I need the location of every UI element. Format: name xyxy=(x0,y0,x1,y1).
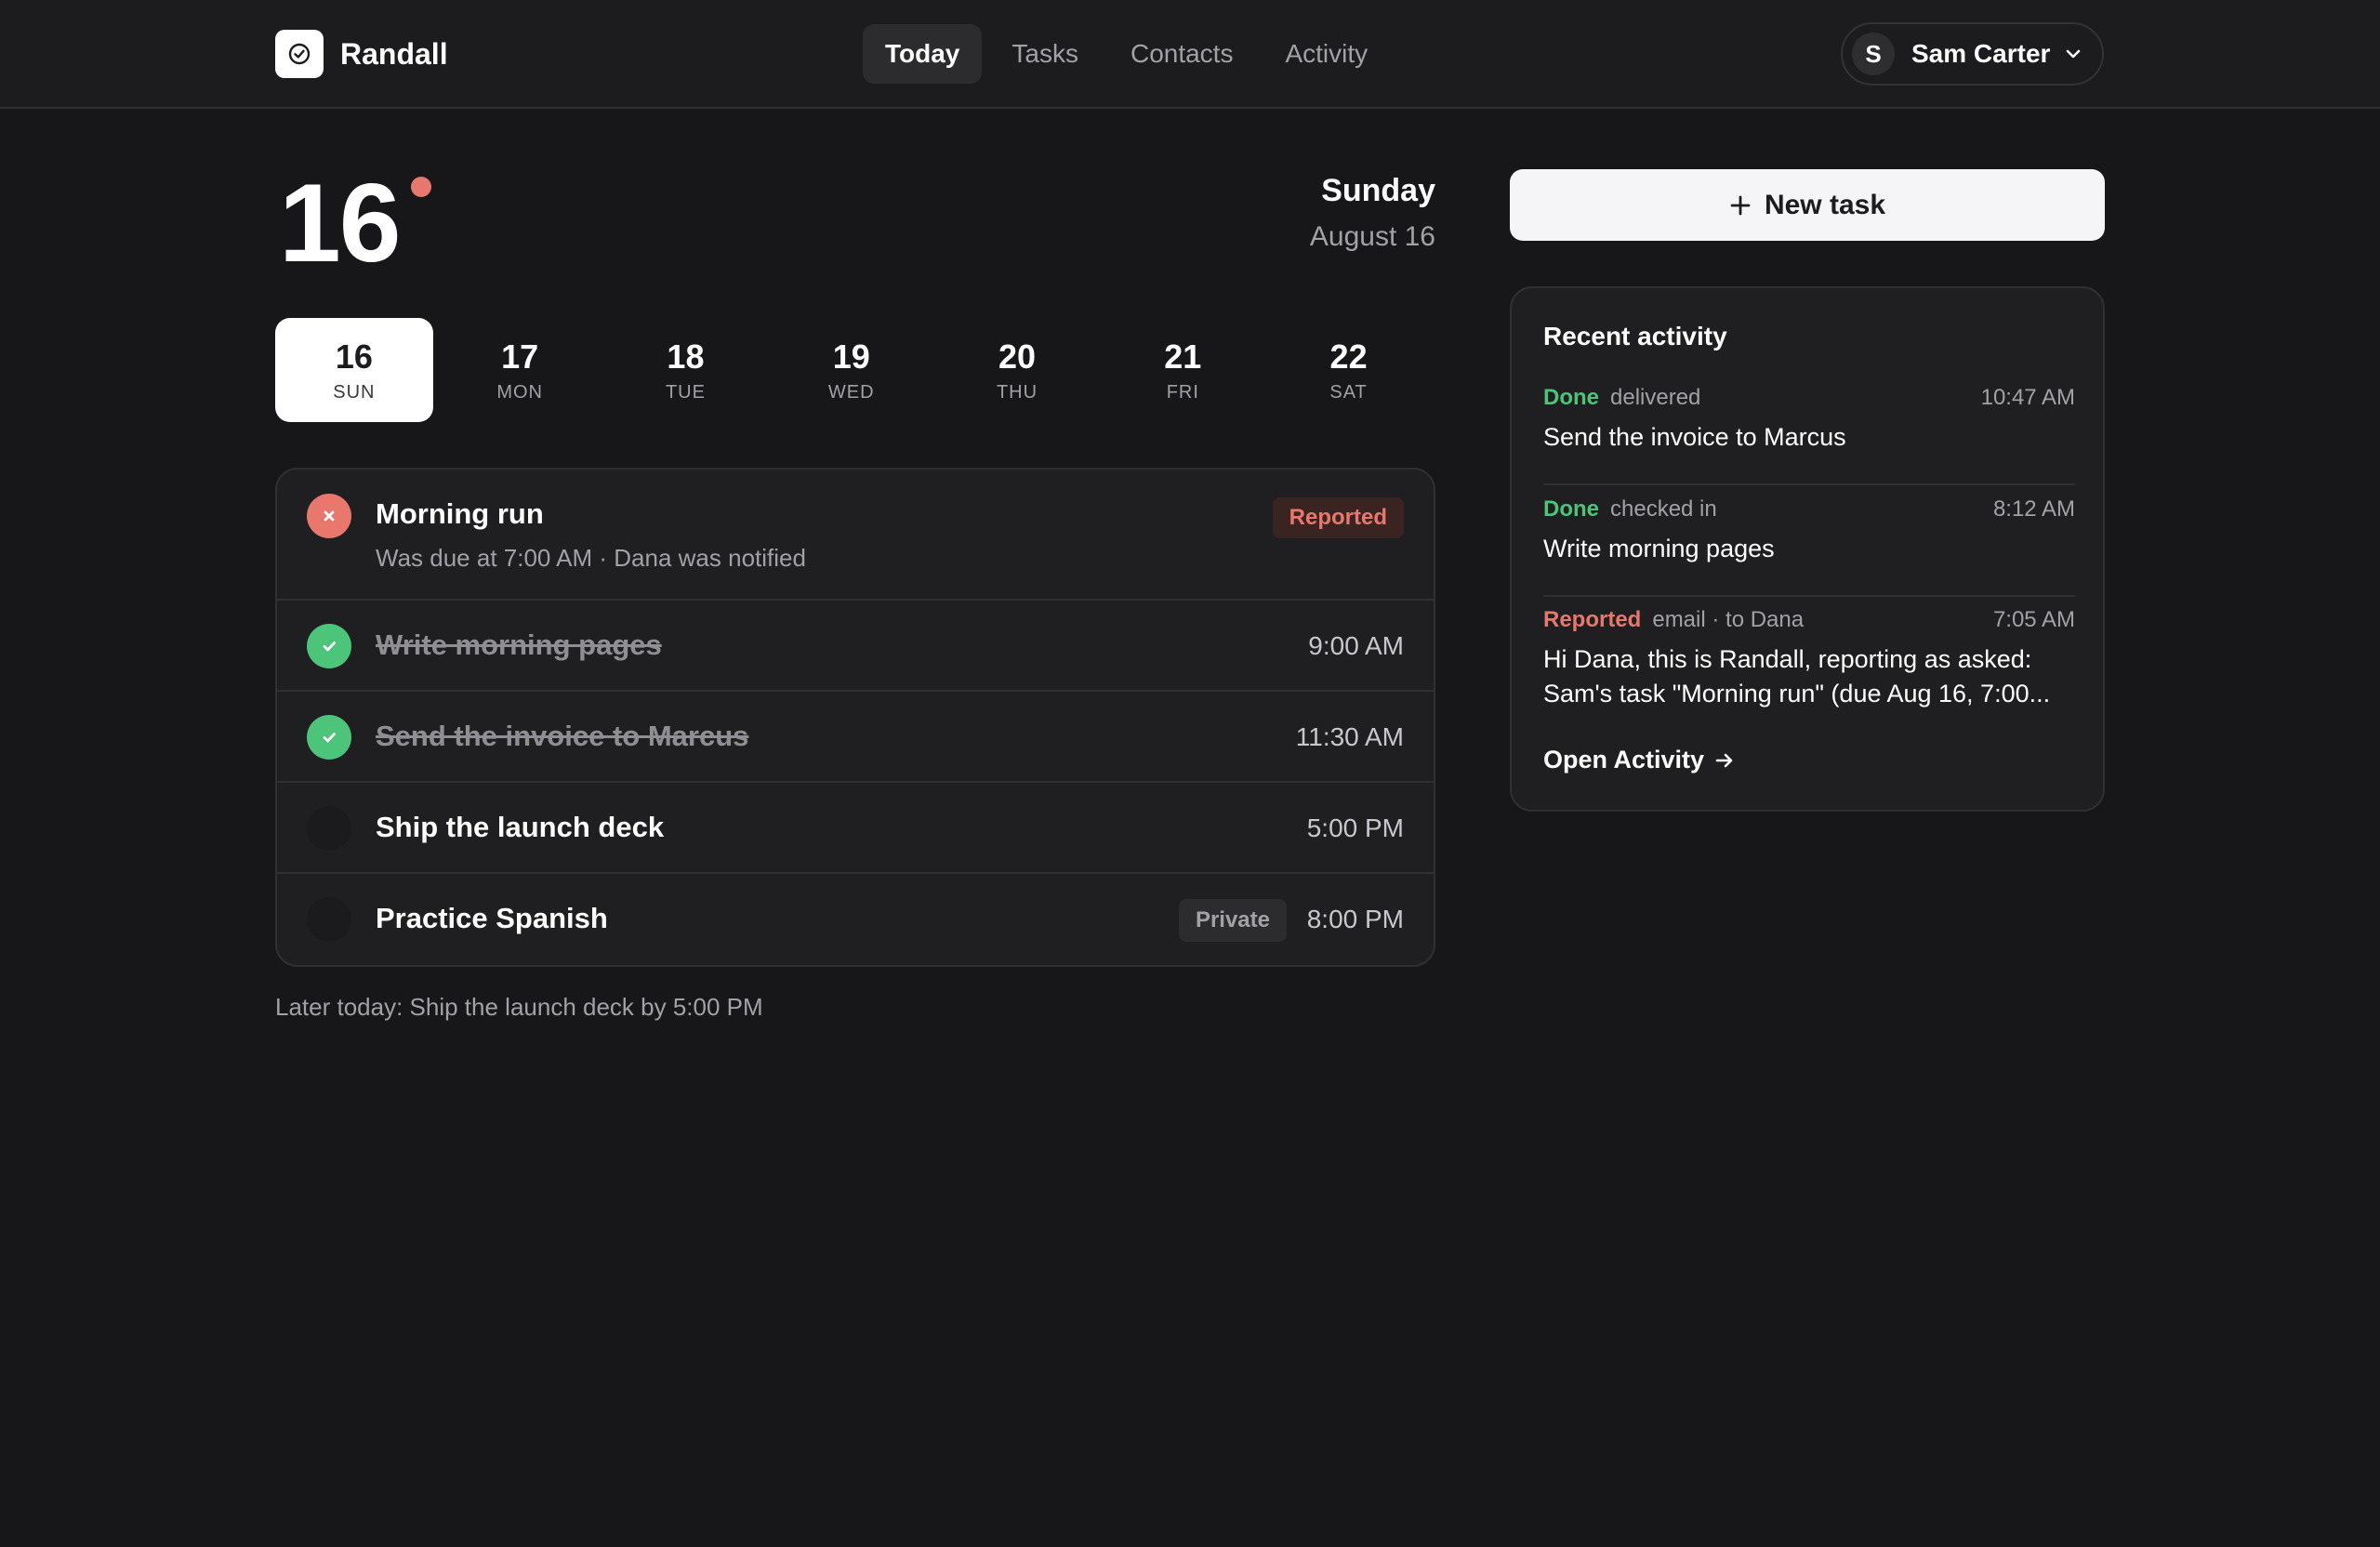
activity-time: 8:12 AM xyxy=(1992,496,2075,522)
activity-body: Write morning pages xyxy=(1543,532,2075,566)
recent-activity-title: Recent activity xyxy=(1543,322,1727,350)
activity-body: Send the invoice to Marcus xyxy=(1543,420,2075,455)
activity-status: Done xyxy=(1543,385,1599,410)
task-title: Write morning pages xyxy=(376,628,662,661)
task-subtitle: Was due at 7:00 AM · Dana was notified xyxy=(376,544,806,572)
activity-body: Hi Dana, this is Randall, reporting as a… xyxy=(1543,642,2075,711)
activity-body-line: Write morning pages xyxy=(1543,535,1775,562)
tab-contacts[interactable]: Contacts xyxy=(1108,24,1256,84)
tab-today[interactable]: Today xyxy=(863,24,983,84)
day-number: 17 xyxy=(501,337,539,376)
day-number: 22 xyxy=(1329,337,1368,376)
user-name: Sam Carter xyxy=(1911,39,2051,68)
day-abbr: SUN xyxy=(333,381,376,403)
task-time: 11:30 AM xyxy=(1295,722,1404,751)
activity-verb: checked in xyxy=(1610,496,1717,522)
task-time: 9:00 AM xyxy=(1308,631,1404,660)
later-today-note: Later today: Ship the launch deck by 5:0… xyxy=(275,993,763,1021)
day-sun[interactable]: 16 SUN xyxy=(275,318,433,422)
open-activity-label: Open Activity xyxy=(1543,746,1705,774)
chevron-down-icon xyxy=(2063,44,2083,64)
task-row-write-morning-pages[interactable]: Write morning pages 9:00 AM xyxy=(277,601,1434,692)
weekday-name: Sunday xyxy=(1321,173,1435,208)
activity-body-line: Sam's task "Morning run" (due Aug 16, 7:… xyxy=(1543,680,2051,707)
activity-body-line: Send the invoice to Marcus xyxy=(1543,423,1846,451)
day-tue[interactable]: 18 TUE xyxy=(607,318,765,422)
reported-badge: Reported xyxy=(1272,497,1404,538)
task-row-morning-run[interactable]: Morning run Was due at 7:00 AM · Dana wa… xyxy=(277,469,1434,601)
task-row-ship-launch-deck[interactable]: Ship the launch deck 5:00 PM xyxy=(277,783,1434,874)
tab-tasks[interactable]: Tasks xyxy=(989,24,1101,84)
task-row-practice-spanish[interactable]: Practice Spanish Private 8:00 PM xyxy=(277,874,1434,965)
day-sat[interactable]: 22 SAT xyxy=(1270,318,1428,422)
plus-icon xyxy=(1729,194,1752,217)
open-activity-link[interactable]: Open Activity xyxy=(1543,746,1736,774)
day-abbr: SAT xyxy=(1329,381,1368,403)
task-time: 5:00 PM xyxy=(1306,813,1404,842)
activity-body-line: Hi Dana, this is Randall, reporting as a… xyxy=(1543,645,2032,673)
tab-activity[interactable]: Activity xyxy=(1263,24,1390,84)
task-title: Send the invoice to Marcus xyxy=(376,720,749,752)
task-done-check-icon[interactable] xyxy=(307,715,351,760)
today-indicator-dot xyxy=(411,177,431,197)
activity-item[interactable]: Done delivered 10:47 AM Send the invoice… xyxy=(1543,385,2075,485)
brand[interactable]: Randall xyxy=(275,30,448,78)
activity-time: 7:05 AM xyxy=(1992,607,2075,632)
day-abbr: THU xyxy=(996,381,1038,403)
task-title: Practice Spanish xyxy=(376,902,608,934)
day-number: 18 xyxy=(667,337,705,376)
new-task-label: New task xyxy=(1764,189,1886,220)
task-checkbox[interactable] xyxy=(307,806,351,851)
avatar: S xyxy=(1852,33,1895,75)
day-abbr: MON xyxy=(496,381,543,403)
task-list: Morning run Was due at 7:00 AM · Dana wa… xyxy=(275,468,1435,967)
activity-time: 10:47 AM xyxy=(1980,385,2075,410)
day-abbr: TUE xyxy=(665,381,706,403)
full-date: August 16 xyxy=(1309,221,1435,252)
activity-verb: delivered xyxy=(1610,385,1701,410)
user-menu-button[interactable]: S Sam Carter xyxy=(1841,22,2104,86)
task-title: Ship the launch deck xyxy=(376,811,665,843)
activity-item[interactable]: Done checked in 8:12 AM Write morning pa… xyxy=(1543,496,2075,597)
recent-activity-card: Recent activity Done delivered 10:47 AM … xyxy=(1510,286,2105,812)
day-number: 19 xyxy=(832,337,870,376)
task-checkbox[interactable] xyxy=(307,897,351,942)
day-abbr: FRI xyxy=(1166,381,1199,403)
app-name: Randall xyxy=(340,36,448,71)
day-mon[interactable]: 17 MON xyxy=(441,318,599,422)
day-thu[interactable]: 20 THU xyxy=(938,318,1096,422)
task-failed-icon[interactable] xyxy=(307,494,351,538)
private-badge: Private xyxy=(1178,899,1287,942)
activity-item[interactable]: Reported email · to Dana 7:05 AM Hi Dana… xyxy=(1543,607,2075,728)
day-number: 16 xyxy=(335,337,373,376)
big-day-number: 16 xyxy=(279,161,401,285)
task-time: 8:00 PM xyxy=(1306,905,1404,933)
activity-status: Reported xyxy=(1543,607,1642,632)
activity-status: Done xyxy=(1543,496,1599,522)
day-wed[interactable]: 19 WED xyxy=(773,318,931,422)
day-fri[interactable]: 21 FRI xyxy=(1104,318,1262,422)
task-done-check-icon[interactable] xyxy=(307,624,351,668)
arrow-right-icon xyxy=(1713,749,1736,772)
day-abbr: WED xyxy=(827,381,875,403)
task-title: Morning run xyxy=(376,497,544,530)
task-row-send-invoice[interactable]: Send the invoice to Marcus 11:30 AM xyxy=(277,692,1434,783)
top-bar: Randall Today Tasks Contacts Activity S … xyxy=(0,0,2380,109)
check-circle-icon xyxy=(275,30,324,78)
week-day-strip: 16 SUN 17 MON 18 TUE 19 WED 20 THU 21 FR… xyxy=(275,318,1435,422)
new-task-button[interactable]: New task xyxy=(1510,169,2105,241)
day-number: 20 xyxy=(998,337,1037,376)
day-number: 21 xyxy=(1164,337,1202,376)
activity-verb: email · to Dana xyxy=(1652,607,1805,632)
main-nav: Today Tasks Contacts Activity xyxy=(863,24,1397,84)
